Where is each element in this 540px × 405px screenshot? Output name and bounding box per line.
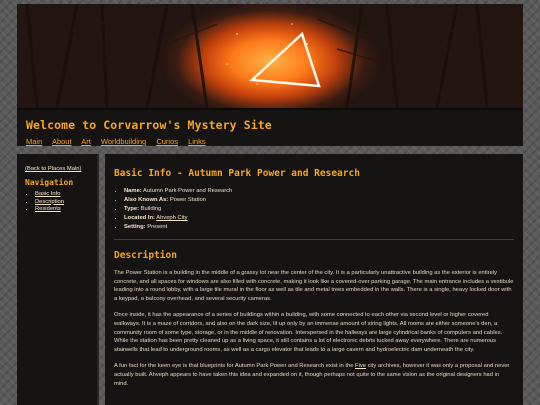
site-title: Welcome to Corvarrow's Mystery Site: [26, 118, 272, 132]
info-item-name: Name: Autumn Park Power and Research: [124, 187, 514, 196]
description-paragraph: Once inside, it has the appearance of a …: [114, 312, 503, 353]
five-link[interactable]: Five: [355, 363, 366, 369]
section-divider: [17, 146, 523, 154]
sidebar-heading: Navigation: [25, 178, 74, 187]
main-content: Basic Info - Autumn Park Power and Resea…: [105, 154, 523, 405]
description-heading: Description: [114, 250, 177, 261]
info-value: Building: [140, 206, 162, 212]
sidebar-link-basic-info[interactable]: Basic Info: [35, 191, 60, 197]
info-value: Present: [147, 224, 168, 230]
info-value: Autumn Park Power and Research: [143, 188, 233, 194]
nav-link-worldbuilding[interactable]: Worldbuilding: [101, 137, 146, 146]
main-row: (Back to Places Main) Navigation Basic I…: [17, 154, 523, 405]
sidebar-nav-list: Basic Info Description Residents: [25, 191, 89, 214]
sidebar-link-residents[interactable]: Residents: [35, 206, 61, 212]
sidebar-item-basic-info: Basic Info: [35, 191, 89, 199]
basic-info-heading: Basic Info - Autumn Park Power and Resea…: [114, 168, 360, 179]
located-in-link[interactable]: Ahveph City: [156, 215, 187, 221]
nav-link-art[interactable]: Art: [81, 137, 91, 146]
sidebar-item-description: Description: [35, 199, 89, 207]
info-item-type: Type: Building: [124, 205, 514, 214]
description-paragraph: A fun fact for the keen eye is that blue…: [114, 362, 514, 388]
paragraph-text: A fun fact for the keen eye is that blue…: [114, 363, 356, 370]
info-label: Name:: [124, 188, 142, 194]
info-label: Located In:: [124, 215, 155, 221]
sidebar-link-description[interactable]: Description: [35, 199, 64, 205]
info-list: Name: Autumn Park Power and Research Als…: [114, 187, 514, 232]
info-item-located-in: Located In: Ahveph City: [124, 214, 514, 223]
info-item-setting: Setting: Present: [124, 223, 514, 232]
info-label: Also Known As:: [124, 197, 169, 203]
page-frame: Welcome to Corvarrow's Mystery Site Main…: [17, 4, 523, 405]
top-navigation: Main About Art Worldbuilding Curios Link…: [26, 137, 514, 146]
nav-link-curios[interactable]: Curios: [156, 137, 178, 146]
glowing-triangle-forest-art: [25, 4, 489, 108]
back-to-places-link[interactable]: (Back to Places Main): [25, 166, 89, 172]
header-banner-image: [17, 4, 523, 108]
sidebar-item-residents: Residents: [35, 206, 89, 214]
info-label: Type:: [124, 206, 140, 212]
nav-link-about[interactable]: About: [52, 137, 72, 146]
info-label: Setting:: [124, 224, 146, 230]
content-divider: [114, 239, 514, 240]
sidebar: (Back to Places Main) Navigation Basic I…: [17, 154, 99, 405]
info-value: Power Station: [169, 197, 206, 203]
description-paragraph: The Power Station is a building in the m…: [114, 270, 514, 302]
info-item-aka: Also Known As: Power Station: [124, 196, 514, 205]
site-header: Welcome to Corvarrow's Mystery Site Main…: [17, 108, 523, 146]
nav-link-links[interactable]: Links: [188, 137, 206, 146]
nav-link-main[interactable]: Main: [26, 137, 42, 146]
